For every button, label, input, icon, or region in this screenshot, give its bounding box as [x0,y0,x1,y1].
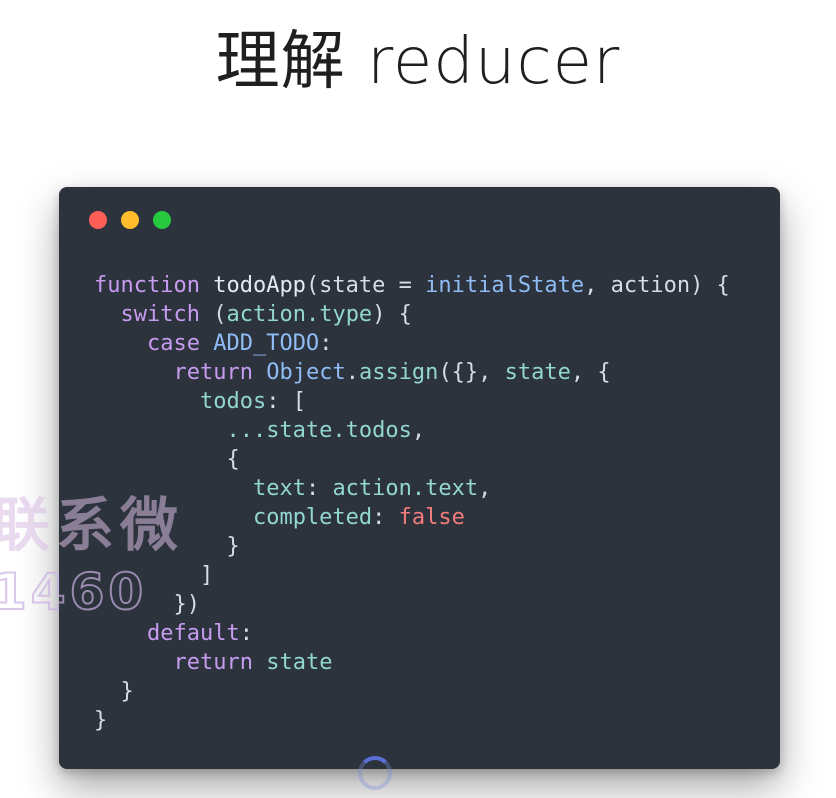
close-dot-icon[interactable] [89,211,107,229]
code-line: return state [94,648,730,677]
code-token: case [146,331,200,356]
code-token: text [252,476,306,501]
code-token: completed [252,505,373,530]
code-token: action.type [226,302,373,327]
spinner-icon [358,756,392,790]
code-token: assign [358,360,439,385]
code-token: Object [266,360,346,385]
code-token: } [94,679,134,704]
code-block: function todoApp(state = initialState, a… [94,271,730,735]
code-token: } [94,708,108,733]
code-token: , [478,476,492,501]
slide: 理解 reducer function todoApp(state = init… [0,0,836,798]
code-line: { [94,445,730,474]
code-line: text: action.text, [94,474,730,503]
code-token: todos [199,389,267,414]
code-token: default [146,621,240,646]
code-token: return [173,650,253,675]
window-controls [89,211,171,229]
code-token: , [411,418,426,443]
code-token: : [ [266,389,306,414]
code-token: : [239,621,253,646]
code-token: ( [199,302,227,327]
code-token: return [173,360,253,385]
slide-title: 理解 reducer [215,25,621,99]
code-token: : [319,331,333,356]
code-token: (state = [305,273,426,298]
code-window: function todoApp(state = initialState, a… [59,187,780,769]
code-line: case ADD_TODO: [94,329,730,358]
code-line: } [94,677,730,706]
code-line: } [94,706,730,735]
code-token: state [266,650,333,675]
code-token: ...state.todos [226,418,412,443]
code-token: : [372,505,399,530]
code-token: , { [570,360,611,385]
code-line: completed: false [94,503,730,532]
code-token: }) [94,592,200,617]
code-token: } [94,534,240,559]
code-line: default: [94,619,730,648]
code-line: todos: [ [94,387,730,416]
code-line: ...state.todos, [94,416,730,445]
code-token: initialState [425,273,585,298]
code-token: ) { [372,302,412,327]
code-token: ({}, [438,360,505,385]
code-token: { [94,447,240,472]
code-token: function [94,273,200,298]
code-line: } [94,532,730,561]
code-token: . [345,360,359,385]
code-token: , action) { [584,273,730,298]
code-token: ADD_TODO [213,331,320,356]
code-line: ] [94,561,730,590]
code-token: switch [120,302,200,327]
code-token: todoApp [199,273,306,298]
minimize-dot-icon[interactable] [121,211,139,229]
code-token: ] [94,563,214,588]
code-token: state [504,360,571,385]
code-line: return Object.assign({}, state, { [94,358,730,387]
code-token: false [398,505,465,530]
code-token: : [305,476,333,501]
code-token: action.text [332,476,479,501]
maximize-dot-icon[interactable] [153,211,171,229]
code-line: switch (action.type) { [94,300,730,329]
code-line: function todoApp(state = initialState, a… [94,271,730,300]
code-line: }) [94,590,730,619]
